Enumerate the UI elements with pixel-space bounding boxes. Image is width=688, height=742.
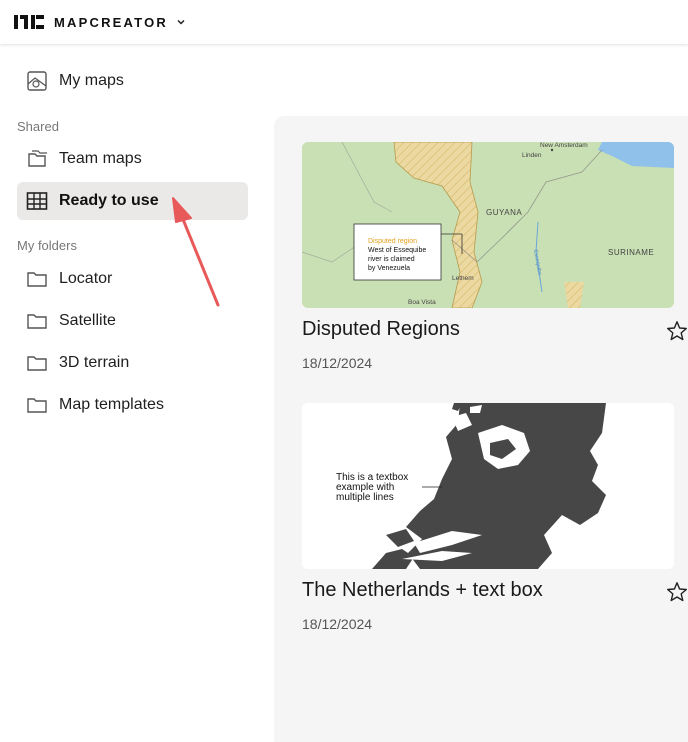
map-date: 18/12/2024 bbox=[302, 616, 373, 632]
mapcreator-logo-icon[interactable] bbox=[14, 13, 44, 31]
map-label: New Amsterdam bbox=[540, 142, 588, 149]
sidebar-item-team-maps[interactable]: Team maps bbox=[17, 140, 248, 178]
map-label: Lethem bbox=[452, 275, 474, 282]
sidebar-item-my-maps[interactable]: My maps bbox=[17, 62, 248, 100]
sidebar-item-label: Locator bbox=[59, 270, 113, 287]
map-card[interactable]: Disputed region West of Essequibe river … bbox=[302, 142, 687, 371]
sidebar-item-map-templates[interactable]: Map templates bbox=[17, 386, 248, 424]
brand-name[interactable]: MAPCREATOR bbox=[54, 15, 168, 30]
map-grid-icon bbox=[26, 190, 48, 212]
sidebar: My maps Shared Team maps Ready to use My… bbox=[0, 44, 272, 742]
map-icon bbox=[26, 70, 48, 92]
folder-icon bbox=[26, 310, 48, 332]
map-thumbnail-netherlands[interactable]: This is a textbox example with multiple … bbox=[302, 403, 674, 569]
folder-icon bbox=[26, 352, 48, 374]
star-icon[interactable] bbox=[666, 581, 688, 603]
sidebar-item-locator[interactable]: Locator bbox=[17, 260, 248, 298]
sidebar-item-label: Satellite bbox=[59, 312, 116, 329]
map-thumbnail-disputed-regions[interactable]: Disputed region West of Essequibe river … bbox=[302, 142, 674, 308]
map-label: GUYANA bbox=[486, 208, 522, 217]
map-title[interactable]: The Netherlands + text box bbox=[302, 579, 674, 602]
map-label: Linden bbox=[522, 152, 542, 159]
map-label: Boa Vista bbox=[408, 299, 436, 306]
sidebar-item-3d-terrain[interactable]: 3D terrain bbox=[17, 344, 248, 382]
section-heading-shared: Shared bbox=[17, 119, 59, 134]
chevron-down-icon[interactable] bbox=[176, 17, 186, 27]
team-folder-icon bbox=[26, 148, 48, 170]
folder-icon bbox=[26, 394, 48, 416]
map-date: 18/12/2024 bbox=[302, 355, 373, 371]
callout-heading: Disputed region bbox=[368, 238, 417, 245]
maps-grid: Disputed region West of Essequibe river … bbox=[274, 116, 688, 742]
sidebar-item-satellite[interactable]: Satellite bbox=[17, 302, 248, 340]
sidebar-item-label: My maps bbox=[59, 72, 124, 89]
sidebar-item-label: Map templates bbox=[59, 396, 164, 413]
textbox-line-3: multiple lines bbox=[336, 492, 394, 503]
sidebar-item-label: Team maps bbox=[59, 150, 142, 167]
callout-line-3: by Venezuela bbox=[368, 265, 410, 272]
folder-icon bbox=[26, 268, 48, 290]
map-label: SURINAME bbox=[608, 248, 654, 257]
star-icon[interactable] bbox=[666, 320, 688, 342]
callout-line-1: West of Essequibe bbox=[368, 247, 426, 254]
sidebar-item-label: 3D terrain bbox=[59, 354, 130, 371]
callout-line-2: river is claimed bbox=[368, 256, 415, 263]
section-heading-my-folders: My folders bbox=[17, 238, 77, 253]
sidebar-item-ready-to-use[interactable]: Ready to use bbox=[17, 182, 248, 220]
sidebar-item-label: Ready to use bbox=[59, 192, 159, 209]
map-title[interactable]: Disputed Regions bbox=[302, 318, 674, 341]
top-bar: MAPCREATOR bbox=[0, 0, 688, 44]
map-card[interactable]: This is a textbox example with multiple … bbox=[302, 403, 687, 632]
